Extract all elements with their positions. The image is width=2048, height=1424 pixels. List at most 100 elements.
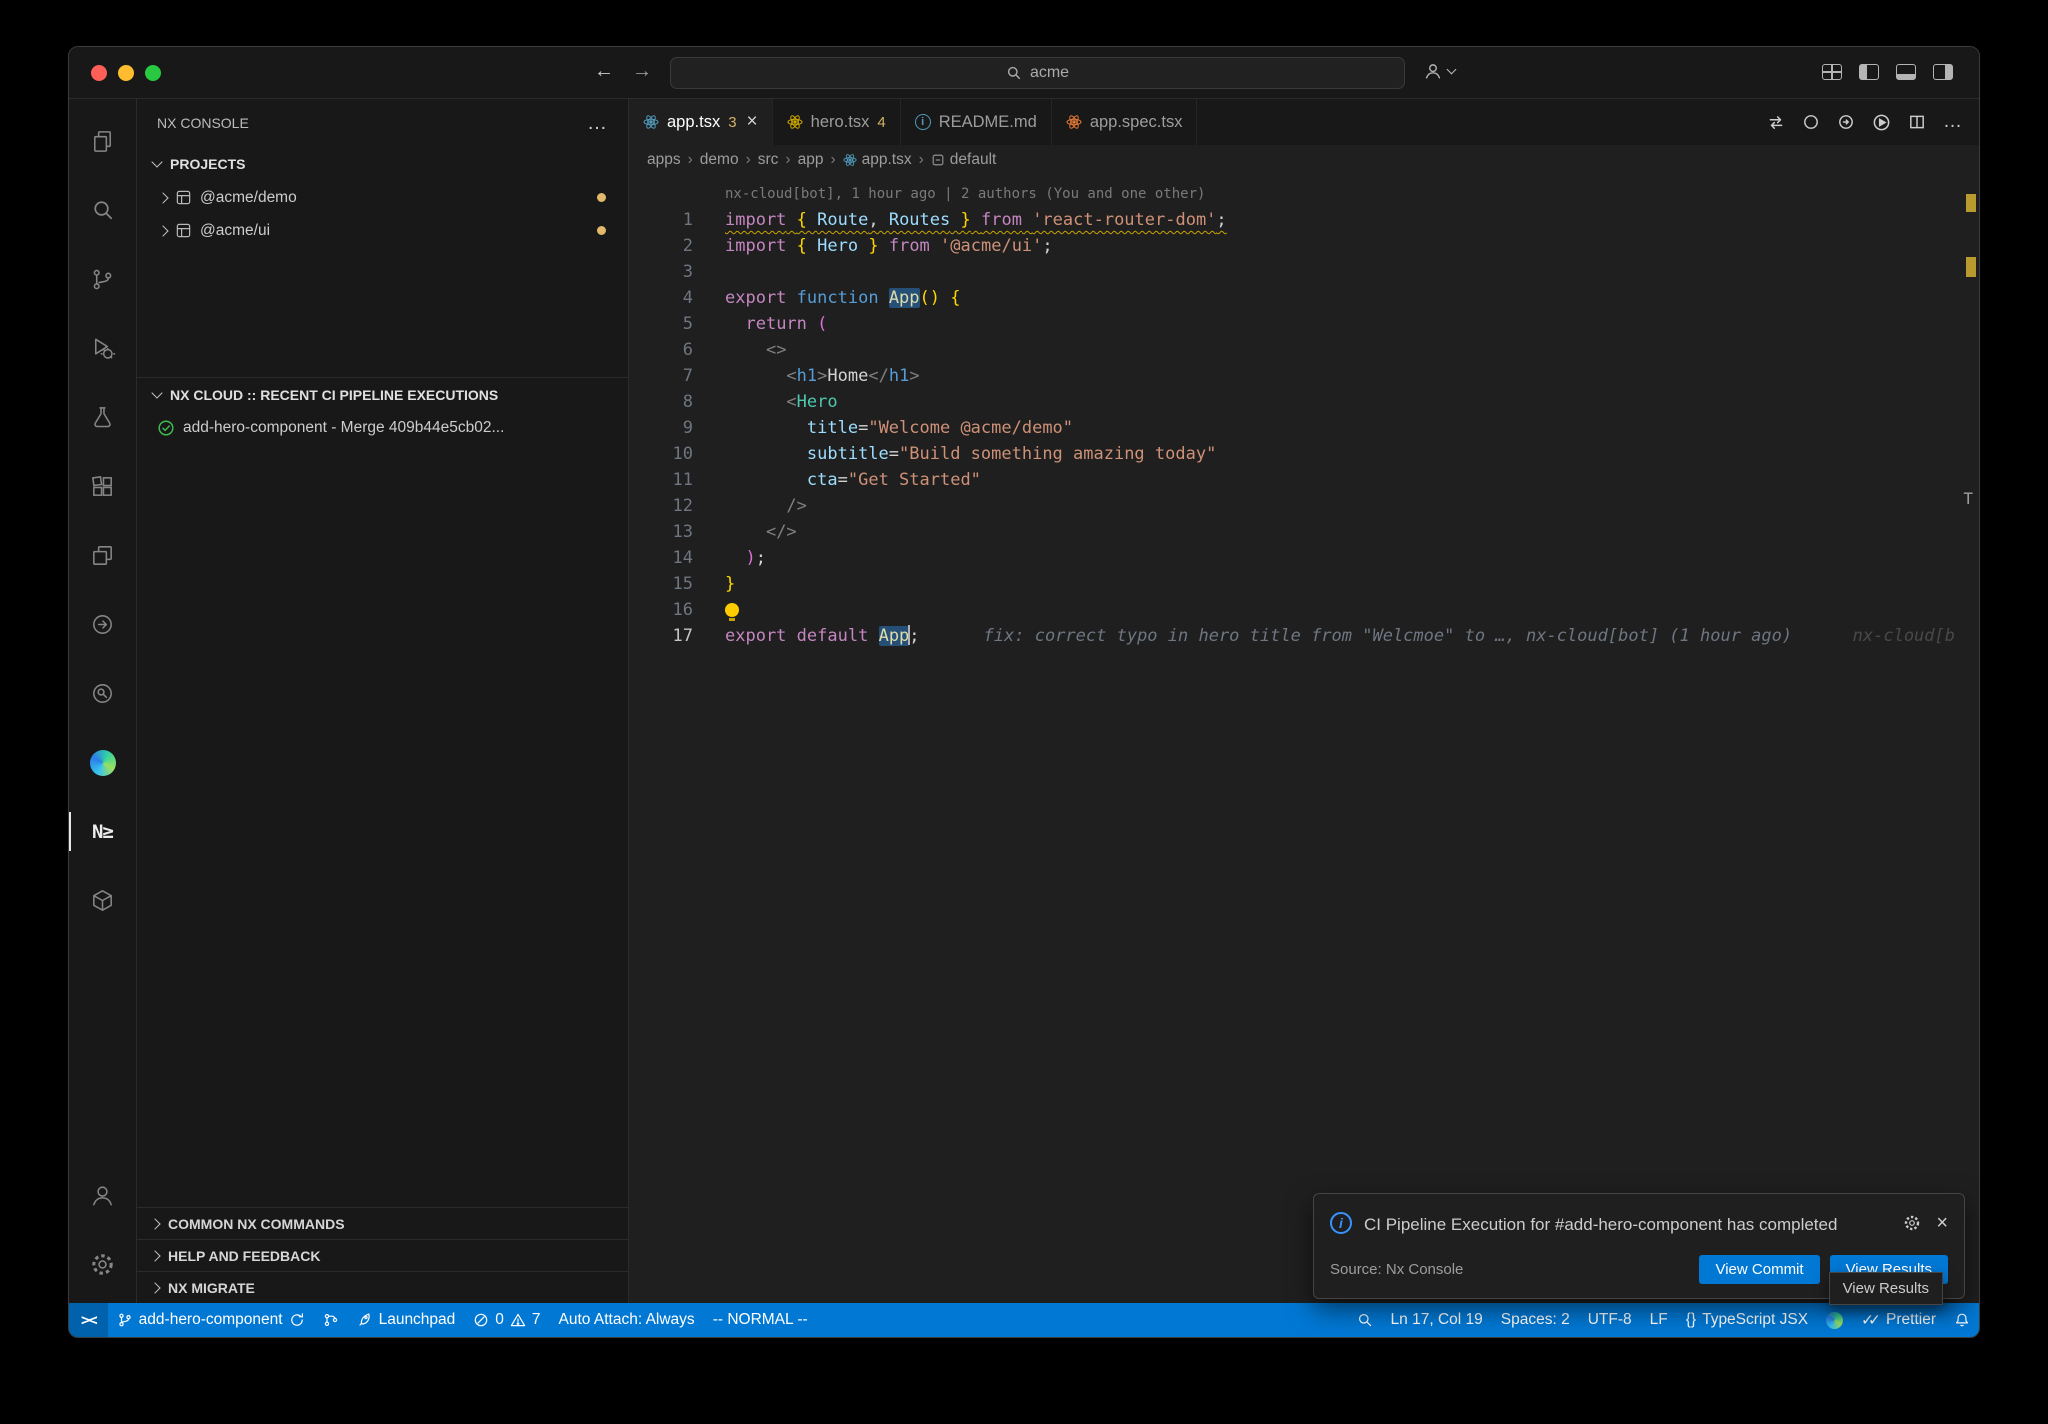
- activity-explorer[interactable]: [69, 107, 136, 176]
- language-status[interactable]: {} TypeScript JSX: [1677, 1303, 1817, 1337]
- code-line[interactable]: 13 </>: [629, 519, 1979, 545]
- account-menu-icon[interactable]: [1423, 61, 1455, 81]
- tab-app-spec-tsx[interactable]: app.spec.tsx: [1052, 99, 1198, 145]
- section-projects[interactable]: PROJECTS: [137, 147, 628, 181]
- minimize-window-button[interactable]: [118, 65, 134, 81]
- code-token: h1: [797, 366, 817, 386]
- notifications-status[interactable]: [1945, 1303, 1979, 1337]
- toggle-panel-icon[interactable]: [1896, 64, 1916, 80]
- code-token: =: [838, 470, 848, 490]
- commit-graph-button[interactable]: [314, 1303, 348, 1337]
- activity-search[interactable]: [69, 176, 136, 245]
- tab-app-tsx[interactable]: app.tsx 3 ×: [629, 99, 773, 145]
- activity-nx-console[interactable]: N≥: [69, 797, 136, 866]
- code-line[interactable]: 15}: [629, 571, 1979, 597]
- code-line[interactable]: 6 <>: [629, 337, 1979, 363]
- code-line[interactable]: 17export default App;fix: correct typo i…: [629, 623, 1979, 649]
- search-icon: [89, 197, 116, 224]
- maximize-window-button[interactable]: [145, 65, 161, 81]
- gear-icon[interactable]: [1903, 1214, 1921, 1232]
- breadcrumb-item[interactable]: src: [758, 151, 779, 169]
- circle-arrow-icon[interactable]: [1837, 113, 1855, 131]
- section-help-feedback[interactable]: HELP AND FEEDBACK: [137, 1239, 628, 1271]
- code-line[interactable]: 5 return (: [629, 311, 1979, 337]
- activity-run-debug[interactable]: [69, 314, 136, 383]
- activity-edge-devtools[interactable]: [69, 728, 136, 797]
- code-line-content: title="Welcome @acme/demo": [725, 415, 1073, 441]
- section-common-nx-commands[interactable]: COMMON NX COMMANDS: [137, 1207, 628, 1239]
- formatter-status[interactable]: ✓✓ Prettier: [1852, 1303, 1945, 1337]
- customize-layout-icon[interactable]: [1822, 64, 1842, 80]
- section-nx-migrate[interactable]: NX MIGRATE: [137, 1271, 628, 1303]
- launchpad-button[interactable]: Launchpad: [348, 1303, 465, 1337]
- remote-indicator[interactable]: ><: [69, 1303, 108, 1337]
- section-nx-cloud[interactable]: NX CLOUD :: RECENT CI PIPELINE EXECUTION…: [137, 377, 628, 411]
- activity-settings[interactable]: [69, 1230, 136, 1299]
- circle-outline-icon[interactable]: [1802, 113, 1820, 131]
- project-item-acme-demo[interactable]: @acme/demo: [137, 181, 628, 214]
- breadcrumb-item[interactable]: apps: [647, 151, 681, 169]
- code-editor[interactable]: nx-cloud[bot], 1 hour ago | 2 authors (Y…: [629, 175, 1979, 1303]
- zoom-indicator[interactable]: [1348, 1303, 1382, 1337]
- close-icon[interactable]: ×: [747, 111, 758, 133]
- breadcrumb-item[interactable]: demo: [700, 151, 739, 169]
- open-changes-icon[interactable]: [1767, 113, 1785, 131]
- code-line[interactable]: 8 <Hero: [629, 389, 1979, 415]
- activity-testing[interactable]: [69, 383, 136, 452]
- problems-status[interactable]: 0 7: [464, 1303, 549, 1337]
- code-token: [930, 236, 940, 256]
- error-icon: [473, 1312, 489, 1328]
- code-line[interactable]: 1import { Route, Routes } from 'react-ro…: [629, 207, 1979, 233]
- code-line-content: />: [725, 493, 807, 519]
- more-actions-icon[interactable]: …: [1943, 111, 1963, 133]
- code-token: subtitle: [807, 444, 889, 464]
- breadcrumb-item[interactable]: app: [798, 151, 824, 169]
- breadcrumb-item-file[interactable]: app.tsx: [843, 151, 912, 169]
- indentation-status[interactable]: Spaces: 2: [1492, 1303, 1579, 1337]
- code-line[interactable]: 7 <h1>Home</h1>: [629, 363, 1979, 389]
- activity-extensions[interactable]: [69, 452, 136, 521]
- eol-status[interactable]: LF: [1641, 1303, 1677, 1337]
- auto-attach-status[interactable]: Auto Attach: Always: [550, 1303, 704, 1337]
- activity-accounts[interactable]: [69, 1161, 136, 1230]
- activity-windows[interactable]: [69, 521, 136, 590]
- code-line[interactable]: 10 subtitle="Build something amazing tod…: [629, 441, 1979, 467]
- back-button[interactable]: ←: [594, 60, 614, 83]
- code-line[interactable]: 12 />: [629, 493, 1979, 519]
- rocket-icon: [357, 1312, 373, 1328]
- run-file-icon[interactable]: [1872, 113, 1891, 132]
- code-line[interactable]: 2import { Hero } from '@acme/ui';: [629, 233, 1979, 259]
- close-window-button[interactable]: [91, 65, 107, 81]
- edge-tools-status[interactable]: [1817, 1303, 1852, 1337]
- toggle-sidebar-icon[interactable]: [1859, 64, 1879, 80]
- indentation-label: Spaces: 2: [1501, 1311, 1570, 1329]
- encoding-status[interactable]: UTF-8: [1579, 1303, 1641, 1337]
- project-item-acme-ui[interactable]: @acme/ui: [137, 214, 628, 247]
- forward-button[interactable]: →: [632, 60, 652, 83]
- code-line[interactable]: 4export function App() {: [629, 285, 1979, 311]
- close-icon[interactable]: ×: [1936, 1212, 1948, 1235]
- code-line[interactable]: 14 );: [629, 545, 1979, 571]
- code-line[interactable]: 16: [629, 597, 1979, 623]
- split-editor-icon[interactable]: [1908, 113, 1926, 131]
- breadcrumb-item-symbol[interactable]: default: [931, 151, 997, 169]
- activity-pipeline[interactable]: [69, 590, 136, 659]
- activity-package[interactable]: [69, 866, 136, 935]
- code-line[interactable]: 9 title="Welcome @acme/demo": [629, 415, 1979, 441]
- branch-status[interactable]: add-hero-component: [108, 1303, 314, 1337]
- code-line[interactable]: 3: [629, 259, 1979, 285]
- toggle-secondary-sidebar-icon[interactable]: [1933, 64, 1953, 80]
- vim-mode-status[interactable]: -- NORMAL --: [704, 1303, 817, 1337]
- ci-pipeline-item[interactable]: add-hero-component - Merge 409b44e5cb02.…: [137, 411, 628, 444]
- view-commit-button[interactable]: View Commit: [1699, 1255, 1819, 1284]
- activity-source-control[interactable]: [69, 245, 136, 314]
- command-center-search[interactable]: acme: [670, 57, 1405, 89]
- cursor-position-status[interactable]: Ln 17, Col 19: [1382, 1303, 1492, 1337]
- tab-readme-md[interactable]: i README.md: [901, 99, 1052, 145]
- code-line-content: import { Hero } from '@acme/ui';: [725, 233, 1053, 259]
- activity-inspect[interactable]: [69, 659, 136, 728]
- more-actions-icon[interactable]: …: [587, 112, 608, 135]
- tab-hero-tsx[interactable]: hero.tsx 4: [773, 99, 901, 145]
- code-line[interactable]: 11 cta="Get Started": [629, 467, 1979, 493]
- code-line-content: </>: [725, 519, 797, 545]
